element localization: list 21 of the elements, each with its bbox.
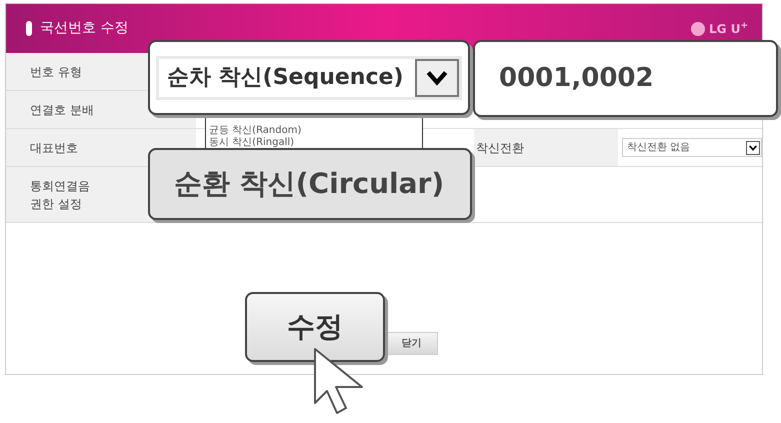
row-label: 번호 유형	[30, 64, 82, 80]
row-label: 대표번호	[30, 140, 78, 156]
transfer-select[interactable]: 착신전환 없음	[622, 138, 762, 157]
select-value: 순차 착신(Sequence)	[167, 64, 404, 92]
brand-logo: LG U$^{+}$	[709, 20, 748, 38]
chevron-down-icon	[748, 142, 758, 152]
dropdown-option[interactable]: 동시 착신(Ringall)	[209, 137, 419, 149]
logo-icon	[691, 22, 706, 36]
callout-field[interactable]: 0001,0002	[473, 40, 778, 117]
field-value: 0001,0002	[499, 62, 654, 95]
dropdown-button[interactable]	[415, 58, 459, 96]
row-label: 통회연결음 권한 설정	[30, 178, 90, 212]
dropdown-option[interactable]: 균등 착신(Random)	[209, 125, 419, 137]
callout-select[interactable]: 순차 착신(Sequence)	[148, 40, 470, 115]
field-label: 착신전환	[476, 140, 524, 156]
edit-button[interactable]: 수정	[245, 292, 385, 362]
row-label: 연결호 분배	[30, 102, 94, 118]
window-title: 국선번호 수정	[40, 19, 128, 38]
title-marker-icon	[26, 21, 32, 36]
close-button[interactable]: 닫기	[385, 332, 438, 355]
callout-option[interactable]: 순환 착신(Circular)	[148, 148, 472, 220]
